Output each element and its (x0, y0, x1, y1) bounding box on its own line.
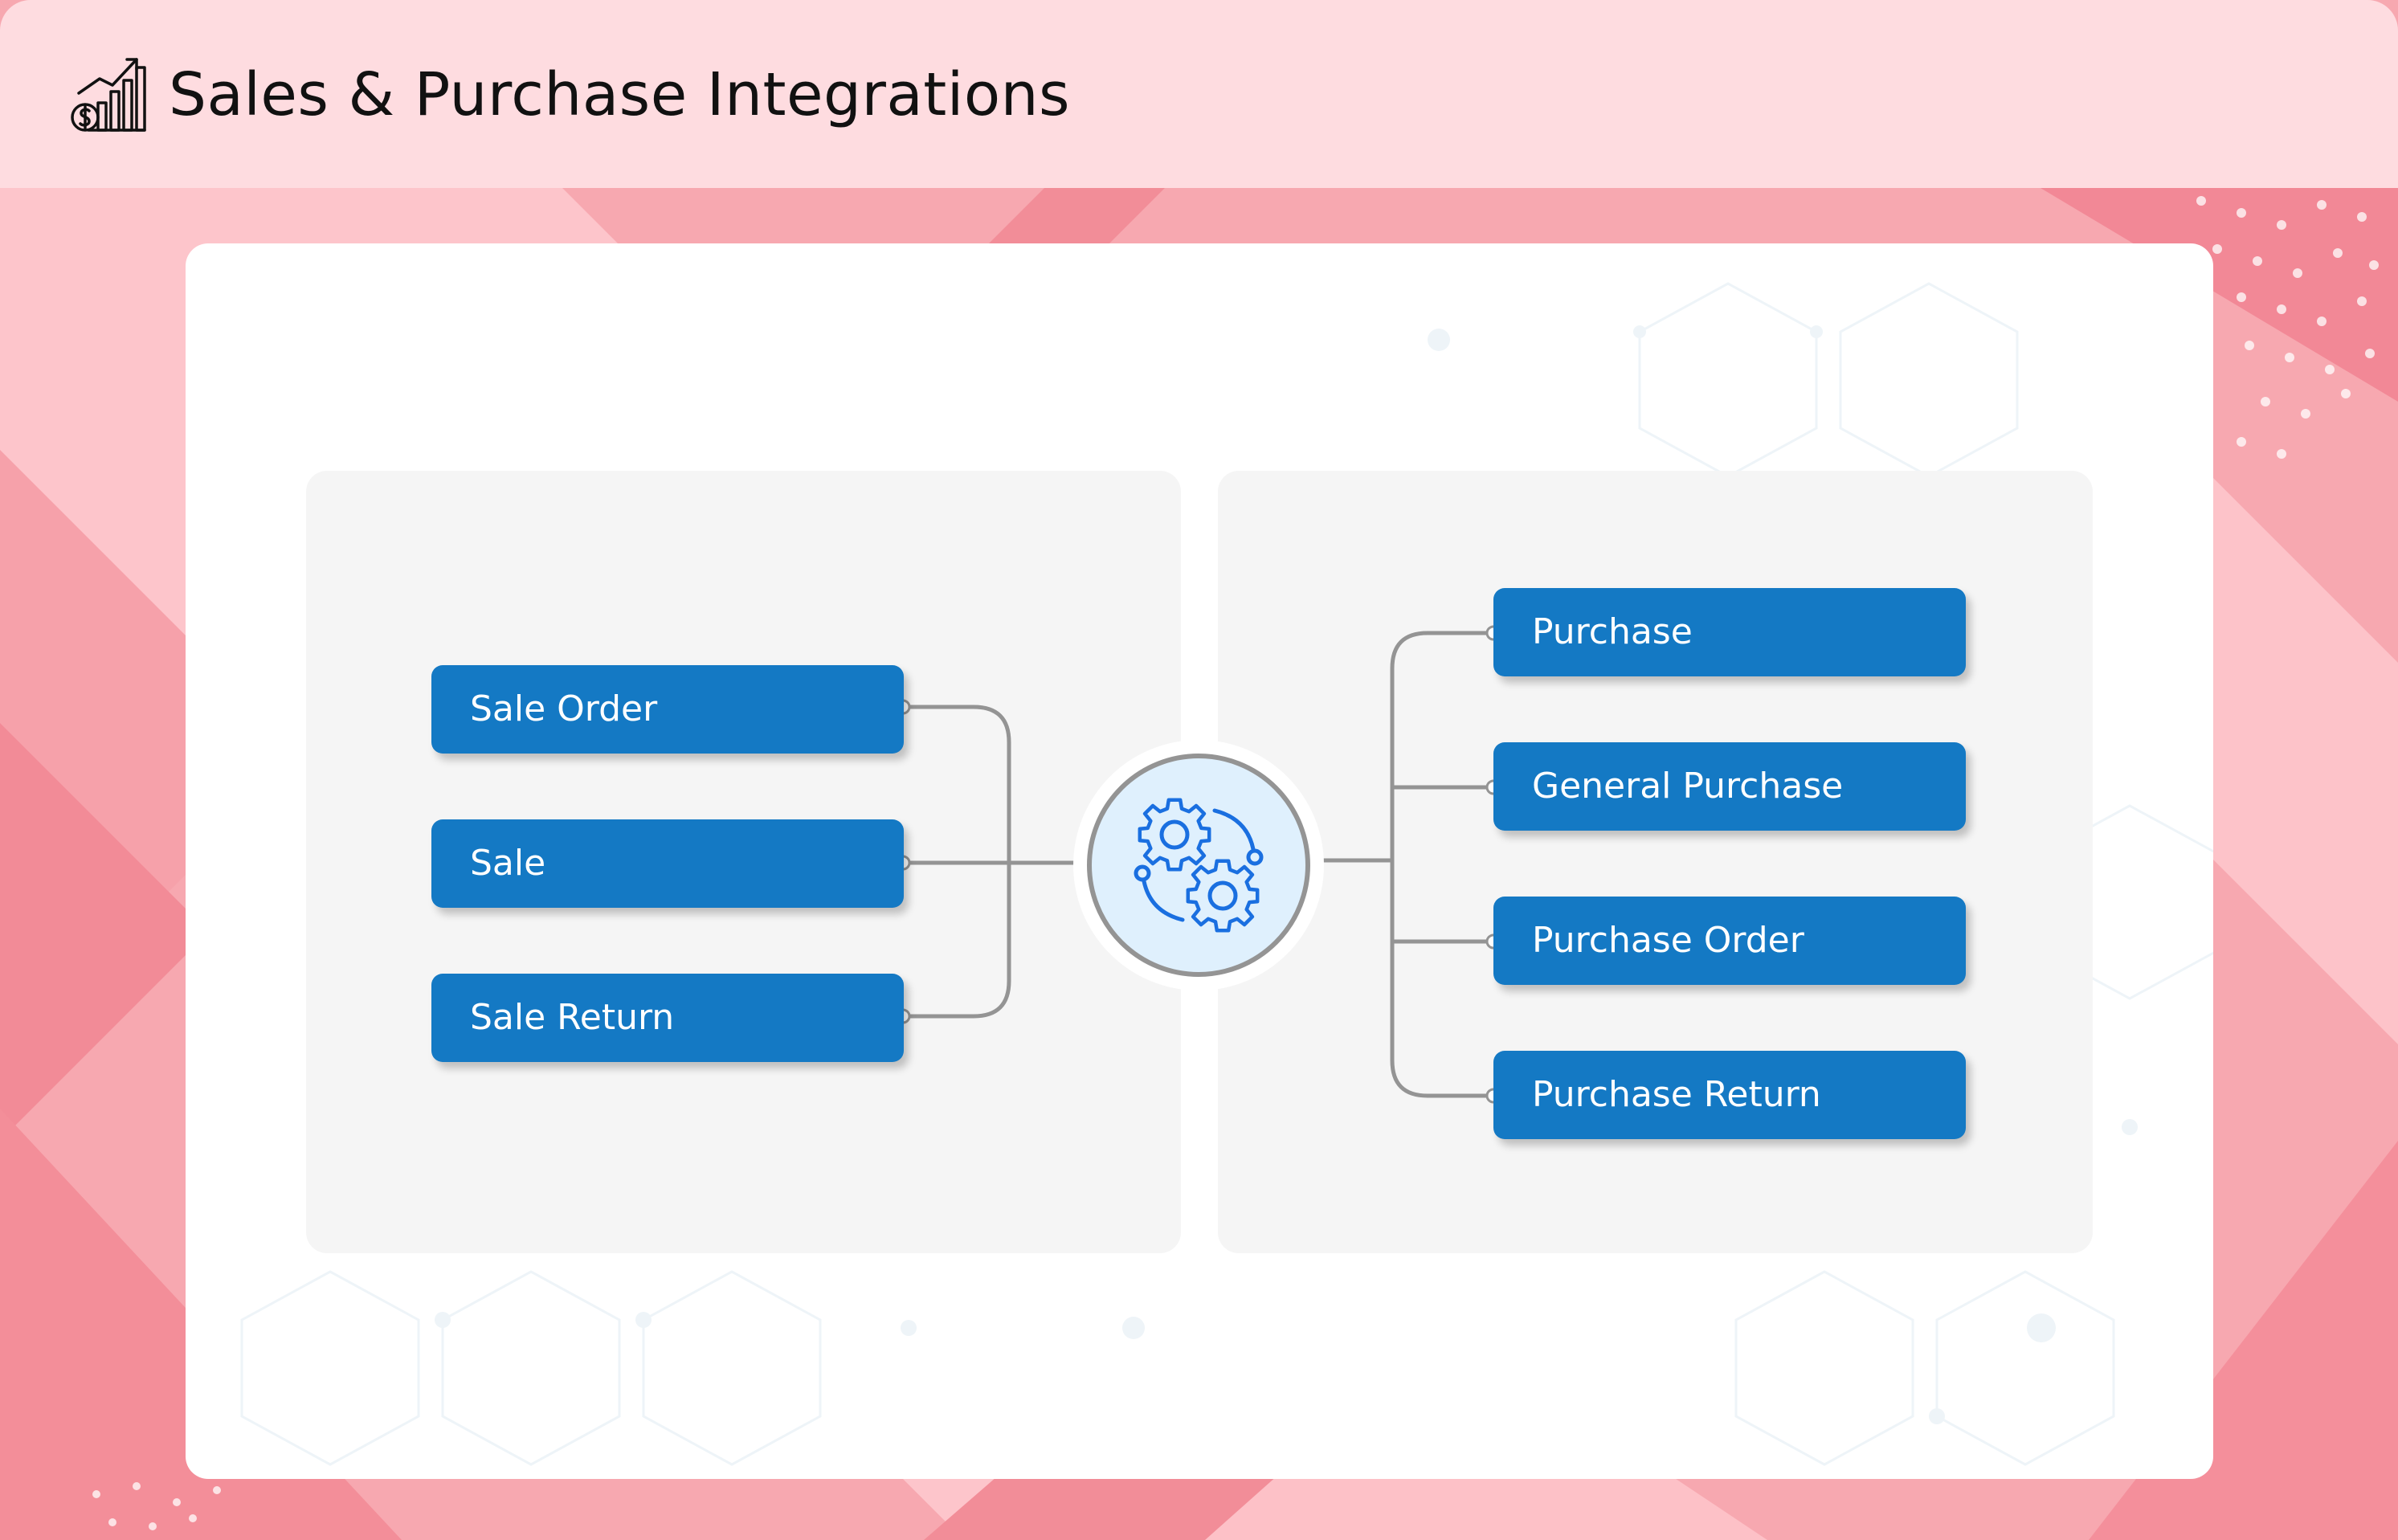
node-sale-return[interactable]: Sale Return (431, 974, 904, 1062)
node-general-purchase[interactable]: General Purchase (1493, 742, 1966, 831)
hub-circle (1087, 754, 1310, 977)
node-sale-order[interactable]: Sale Order (431, 665, 904, 754)
sales-chart-icon (71, 58, 146, 132)
page: Sales & Purchase Integrations Sale Order… (0, 0, 2398, 1540)
integration-hub (1073, 740, 1324, 991)
header-bar: Sales & Purchase Integrations (0, 0, 2398, 188)
gears-icon (1134, 798, 1264, 933)
node-purchase[interactable]: Purchase (1493, 588, 1966, 676)
page-title: Sales & Purchase Integrations (169, 60, 1071, 129)
node-purchase-order[interactable]: Purchase Order (1493, 897, 1966, 985)
node-sale[interactable]: Sale (431, 819, 904, 908)
node-purchase-return[interactable]: Purchase Return (1493, 1051, 1966, 1139)
